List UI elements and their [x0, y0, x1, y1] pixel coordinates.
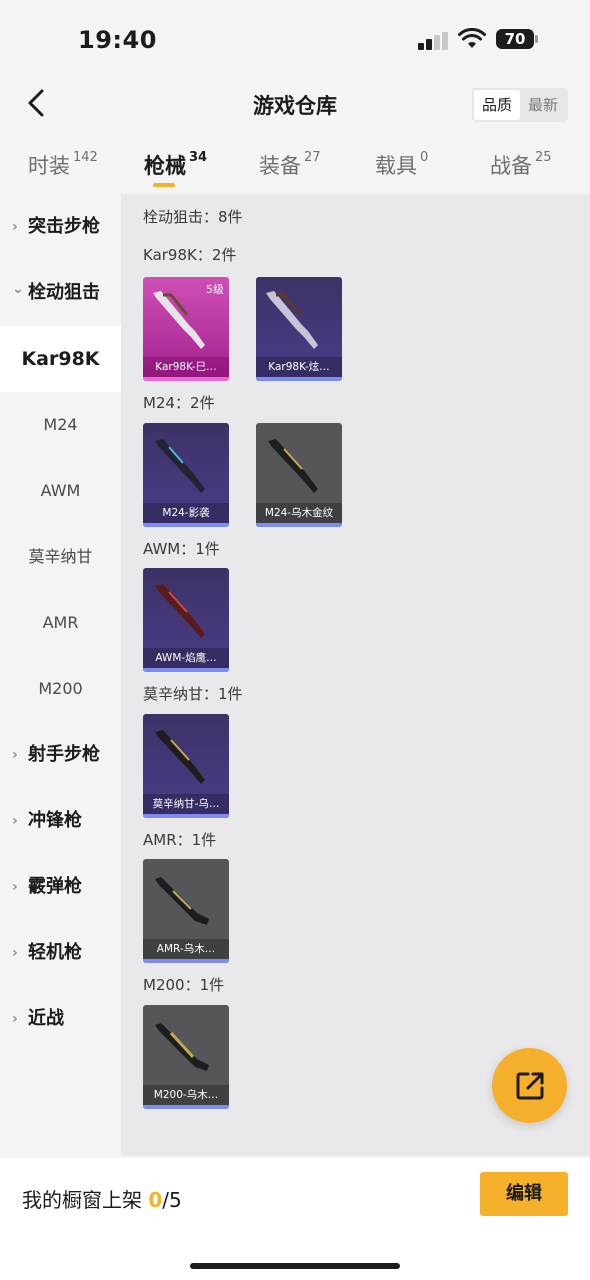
status-bar: 19:40 70 — [0, 0, 590, 76]
item-card[interactable]: AWM-焰鹰… — [143, 568, 229, 672]
nav-bar: 游戏仓库 品质 最新 — [0, 76, 590, 136]
chevron-right-icon: › — [12, 813, 18, 829]
sidebar-item-smg[interactable]: › 冲锋枪 — [0, 788, 121, 854]
tab-underline — [153, 183, 175, 187]
rifle-icon — [266, 291, 318, 349]
rarity-bar — [143, 814, 229, 818]
group-label-m24: M24：2件 — [143, 394, 215, 412]
sidebar-item-marksman[interactable]: › 射手步枪 — [0, 722, 121, 788]
item-name: Kar98K-炫… — [256, 357, 342, 377]
item-name: AMR-乌木… — [143, 939, 229, 959]
tab-fashion[interactable]: 时装 142 — [28, 150, 98, 180]
rifle-icon — [155, 439, 205, 493]
tab-guns[interactable]: 枪械 34 — [144, 150, 207, 180]
group-label-mosin: 莫辛纳甘：1件 — [143, 685, 243, 703]
sidebar-item-bolt-sniper[interactable]: ⌄ 栓动狙击 — [0, 260, 121, 326]
bottom-bar: 我的橱窗上架 0/5 编辑 — [0, 1158, 590, 1280]
tab-vehicles[interactable]: 载具 0 — [375, 150, 428, 180]
sidebar: › 突击步枪 ⌄ 栓动狙击 Kar98K M24 AWM 莫辛纳甘 AMR M200… — [0, 194, 121, 1156]
group-label-kar98k: Kar98K：2件 — [143, 246, 237, 264]
group-label-awm: AWM：1件 — [143, 540, 220, 558]
item-name: 莫辛纳甘-乌… — [143, 794, 229, 814]
sidebar-item-amr[interactable]: AMR — [0, 590, 121, 656]
sidebar-item-shotgun[interactable]: › 霰弹枪 — [0, 854, 121, 920]
wifi-icon — [458, 28, 486, 48]
signal-icon — [418, 32, 450, 50]
rifle-icon — [155, 1023, 209, 1071]
rifle-icon — [155, 584, 205, 638]
item-name: Kar98K-巳… — [143, 357, 229, 377]
sort-option-quality[interactable]: 品质 — [474, 90, 520, 120]
share-external-icon — [516, 1072, 544, 1100]
rifle-icon — [268, 439, 318, 493]
sidebar-item-m24[interactable]: M24 — [0, 392, 121, 458]
item-name: M24-影袭 — [143, 503, 229, 523]
status-time: 19:40 — [78, 26, 157, 54]
chevron-down-icon: ⌄ — [12, 281, 24, 297]
chevron-right-icon: › — [12, 945, 18, 961]
sidebar-item-m200[interactable]: M200 — [0, 656, 121, 722]
sidebar-item-mosin[interactable]: 莫辛纳甘 — [0, 524, 121, 590]
item-card[interactable]: Kar98K-炫… — [256, 277, 342, 381]
tab-supplies[interactable]: 战备 25 — [490, 150, 552, 180]
rifle-icon — [155, 730, 205, 784]
sidebar-item-assault-rifle[interactable]: › 突击步枪 — [0, 194, 121, 260]
share-button[interactable] — [492, 1048, 567, 1123]
item-card[interactable]: M24-乌木金纹 — [256, 423, 342, 527]
item-card[interactable]: M24-影袭 — [143, 423, 229, 527]
rarity-bar — [143, 377, 229, 381]
sidebar-item-awm[interactable]: AWM — [0, 458, 121, 524]
chevron-right-icon: › — [12, 1011, 18, 1027]
item-name: M24-乌木金纹 — [256, 503, 342, 523]
group-label-m200: M200：1件 — [143, 976, 225, 994]
item-card[interactable]: M200-乌木… — [143, 1005, 229, 1109]
category-summary: 栓动狙击：8件 — [143, 208, 243, 226]
group-label-amr: AMR：1件 — [143, 831, 217, 849]
sort-toggle: 品质 最新 — [472, 88, 568, 122]
chevron-right-icon: › — [12, 747, 18, 763]
chevron-right-icon: › — [12, 879, 18, 895]
rifle-icon — [155, 877, 209, 925]
rarity-bar — [256, 523, 342, 527]
item-card[interactable]: 莫辛纳甘-乌… — [143, 714, 229, 818]
sidebar-item-lmg[interactable]: › 轻机枪 — [0, 920, 121, 986]
rarity-bar — [256, 377, 342, 381]
sort-option-newest[interactable]: 最新 — [520, 90, 566, 120]
chevron-right-icon: › — [12, 219, 18, 235]
sidebar-item-kar98k[interactable]: Kar98K — [0, 326, 121, 392]
rifle-icon — [153, 291, 205, 349]
showcase-shelf-status: 我的橱窗上架 0/5 — [22, 1188, 182, 1212]
battery-icon: 70 — [496, 29, 538, 49]
rarity-bar — [143, 523, 229, 527]
rarity-bar — [143, 1105, 229, 1109]
item-card[interactable]: AMR-乌木… — [143, 859, 229, 963]
sidebar-item-melee[interactable]: › 近战 — [0, 986, 121, 1052]
tab-equipment[interactable]: 装备 27 — [259, 150, 321, 180]
home-indicator — [190, 1263, 400, 1269]
rarity-bar — [143, 668, 229, 672]
item-card[interactable]: 5级 Kar98K-巳… — [143, 277, 229, 381]
item-name: AWM-焰鹰… — [143, 648, 229, 668]
rarity-bar — [143, 959, 229, 963]
edit-button[interactable]: 编辑 — [480, 1172, 568, 1216]
category-tabs: 时装 142 枪械 34 装备 27 载具 0 战备 25 — [0, 140, 590, 194]
item-list: 栓动狙击：8件 Kar98K：2件 5级 Kar98K-巳… Kar98K-炫…… — [121, 194, 590, 1156]
item-name: M200-乌木… — [143, 1085, 229, 1105]
